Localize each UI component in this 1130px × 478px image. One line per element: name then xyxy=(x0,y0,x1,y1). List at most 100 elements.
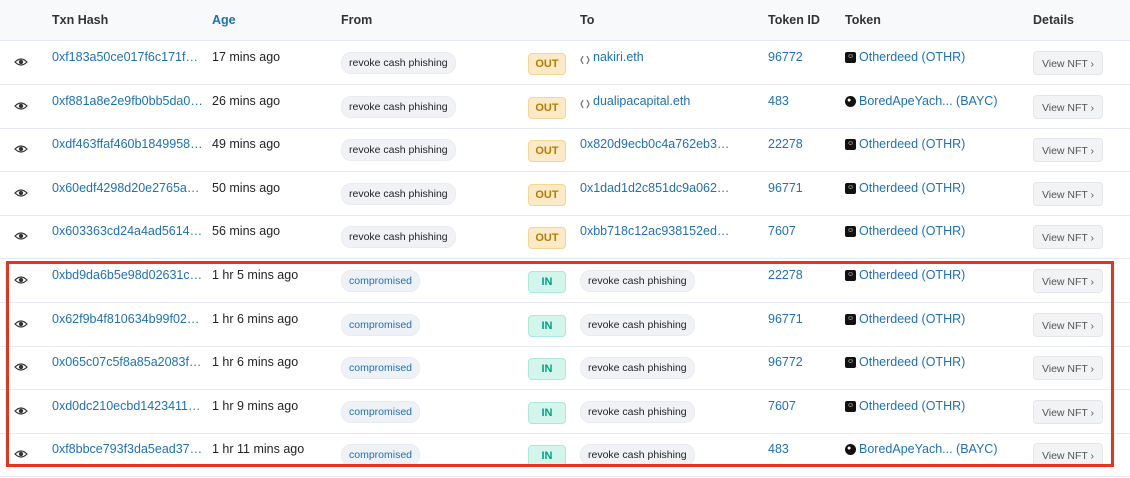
to-label-tag[interactable]: revoke cash phishing xyxy=(580,313,695,336)
bayc-icon: ● xyxy=(845,95,856,107)
header-token-id: Token ID xyxy=(768,13,820,27)
eye-icon[interactable] xyxy=(14,144,28,154)
direction-badge: OUT xyxy=(528,96,566,119)
age-text: 1 hr 5 mins ago xyxy=(212,268,299,282)
token-name-link[interactable]: Otherdeed (OTHR) xyxy=(859,181,965,195)
txn-hash-link[interactable]: 0xdf463ffaf460b1849958… xyxy=(52,137,203,151)
from-label-tag[interactable]: revoke cash phishing xyxy=(341,95,456,118)
token-id-link[interactable]: 96771 xyxy=(768,181,803,195)
token-id-link[interactable]: 7607 xyxy=(768,399,796,413)
age-text: 1 hr 11 mins ago xyxy=(212,442,305,457)
from-label-compromised[interactable]: compromised xyxy=(341,444,421,467)
table-row: 0x603363cd24a4ad5614… 56 mins ago revoke… xyxy=(0,215,1130,260)
header-txn-hash: Txn Hash xyxy=(52,13,109,27)
token-id-link[interactable]: 96772 xyxy=(768,50,803,64)
token-name-link[interactable]: BoredApeYach... (BAYC) xyxy=(859,94,998,108)
from-label-compromised[interactable]: compromised xyxy=(341,313,421,336)
to-label-tag[interactable]: revoke cash phishing xyxy=(580,444,695,467)
token-id-link[interactable]: 96772 xyxy=(768,355,803,369)
to-address-link[interactable]: nakiri.eth xyxy=(593,50,644,64)
to-label-tag[interactable]: revoke cash phishing xyxy=(580,357,695,380)
table-row: 0xf881a8e2e9fb0bb5da0… 26 mins ago revok… xyxy=(0,85,1130,129)
from-label-tag[interactable]: revoke cash phishing xyxy=(341,52,456,74)
txn-hash-link[interactable]: 0x60edf4298d20e2765a… xyxy=(52,181,199,195)
view-nft-button[interactable]: View NFT › xyxy=(1033,225,1103,250)
table-row: 0x065c07c5f8a85a2083f… 1 hr 6 mins ago c… xyxy=(0,346,1130,391)
bayc-icon: ● xyxy=(845,444,856,456)
view-nft-button[interactable]: View NFT › xyxy=(1033,181,1103,206)
view-nft-button[interactable]: View NFT › xyxy=(1033,312,1103,337)
eye-icon[interactable] xyxy=(14,406,28,416)
txn-hash-link[interactable]: 0x065c07c5f8a85a2083f… xyxy=(52,355,201,369)
direction-badge: OUT xyxy=(528,140,566,163)
to-label-tag[interactable]: revoke cash phishing xyxy=(580,400,695,423)
view-nft-button[interactable]: View NFT › xyxy=(1033,51,1103,75)
eye-icon[interactable] xyxy=(14,188,28,198)
to-address-link[interactable]: dualipacapital.eth xyxy=(593,94,690,108)
token-id-link[interactable]: 483 xyxy=(768,442,789,456)
direction-badge: IN xyxy=(528,358,566,381)
age-text: 1 hr 6 mins ago xyxy=(212,355,299,370)
ens-icon xyxy=(580,99,590,108)
view-nft-button[interactable]: View NFT › xyxy=(1033,399,1103,424)
age-text: 1 hr 6 mins ago xyxy=(212,311,299,326)
txn-hash-link[interactable]: 0x62f9b4f810634b99f02… xyxy=(52,312,199,326)
from-label-compromised[interactable]: compromised xyxy=(341,400,421,423)
txn-hash-link[interactable]: 0xf881a8e2e9fb0bb5da0… xyxy=(52,94,203,108)
eye-icon[interactable] xyxy=(14,449,28,459)
eye-icon[interactable] xyxy=(14,231,28,241)
txn-hash-link[interactable]: 0xf183a50ce017f6c171f… xyxy=(52,50,198,64)
eye-icon[interactable] xyxy=(14,57,28,67)
txn-hash-link[interactable]: 0xd0dc210ecbd1423411… xyxy=(52,399,201,413)
token-id-link[interactable]: 22278 xyxy=(768,268,803,282)
token-name-link[interactable]: Otherdeed (OTHR) xyxy=(859,355,965,369)
from-label-tag[interactable]: revoke cash phishing xyxy=(341,139,456,162)
direction-badge: OUT xyxy=(528,227,566,250)
eye-icon[interactable] xyxy=(14,275,28,285)
table-row: 0xbd9da6b5e98d02631c… 1 hr 5 mins ago co… xyxy=(0,259,1130,303)
table-row: 0xf8bbce793f3da5ead37… 1 hr 11 mins ago … xyxy=(0,433,1130,478)
token-name-link[interactable]: BoredApeYach... (BAYC) xyxy=(859,442,998,456)
token-name-link[interactable]: Otherdeed (OTHR) xyxy=(859,312,965,326)
to-address-link[interactable]: 0xbb718c12ac938152ed… xyxy=(580,224,729,238)
view-nft-button[interactable]: View NFT › xyxy=(1033,443,1103,468)
to-address-link[interactable]: 0x1dad1d2c851dc9a062… xyxy=(580,181,729,195)
direction-badge: OUT xyxy=(528,53,566,75)
view-nft-button[interactable]: View NFT › xyxy=(1033,94,1103,119)
txn-hash-link[interactable]: 0xf8bbce793f3da5ead37… xyxy=(52,442,202,456)
header-from: From xyxy=(341,13,373,27)
token-name-link[interactable]: Otherdeed (OTHR) xyxy=(859,399,965,413)
nft-transfers-table: Txn Hash Age From To Token ID Token Deta… xyxy=(0,0,1130,478)
eye-icon[interactable] xyxy=(14,319,28,329)
otherdeed-icon: ☺ xyxy=(845,270,856,281)
eye-icon[interactable] xyxy=(14,362,28,372)
token-id-link[interactable]: 483 xyxy=(768,94,789,108)
otherdeed-icon: ☺ xyxy=(845,182,856,194)
token-id-link[interactable]: 96771 xyxy=(768,312,803,326)
header-age[interactable]: Age xyxy=(212,13,236,27)
to-address-link[interactable]: 0x820d9ecb0c4a762eb3… xyxy=(580,137,729,151)
ens-icon xyxy=(580,55,590,65)
from-label-tag[interactable]: revoke cash phishing xyxy=(341,182,456,205)
eye-icon[interactable] xyxy=(14,101,28,111)
view-nft-button[interactable]: View NFT › xyxy=(1033,269,1103,293)
token-name-link[interactable]: Otherdeed (OTHR) xyxy=(859,137,965,151)
from-label-compromised[interactable]: compromised xyxy=(341,270,421,292)
token-name-link[interactable]: Otherdeed (OTHR) xyxy=(859,268,965,282)
txn-hash-link[interactable]: 0xbd9da6b5e98d02631c… xyxy=(52,268,202,282)
age-text: 1 hr 9 mins ago xyxy=(212,398,299,413)
table-row: 0x62f9b4f810634b99f02… 1 hr 6 mins ago c… xyxy=(0,303,1130,347)
otherdeed-icon: ☺ xyxy=(845,226,856,238)
token-id-link[interactable]: 22278 xyxy=(768,137,803,151)
to-label-tag[interactable]: revoke cash phishing xyxy=(580,270,695,292)
txn-hash-link[interactable]: 0x603363cd24a4ad5614… xyxy=(52,224,202,238)
token-id-link[interactable]: 7607 xyxy=(768,224,796,238)
from-label-compromised[interactable]: compromised xyxy=(341,357,421,380)
token-name-link[interactable]: Otherdeed (OTHR) xyxy=(859,224,965,238)
direction-badge: IN xyxy=(528,401,566,424)
from-label-tag[interactable]: revoke cash phishing xyxy=(341,226,456,249)
token-name-link[interactable]: Otherdeed (OTHR) xyxy=(859,50,965,64)
view-nft-button[interactable]: View NFT › xyxy=(1033,356,1103,381)
age-text: 17 mins ago xyxy=(212,50,281,64)
view-nft-button[interactable]: View NFT › xyxy=(1033,138,1103,163)
